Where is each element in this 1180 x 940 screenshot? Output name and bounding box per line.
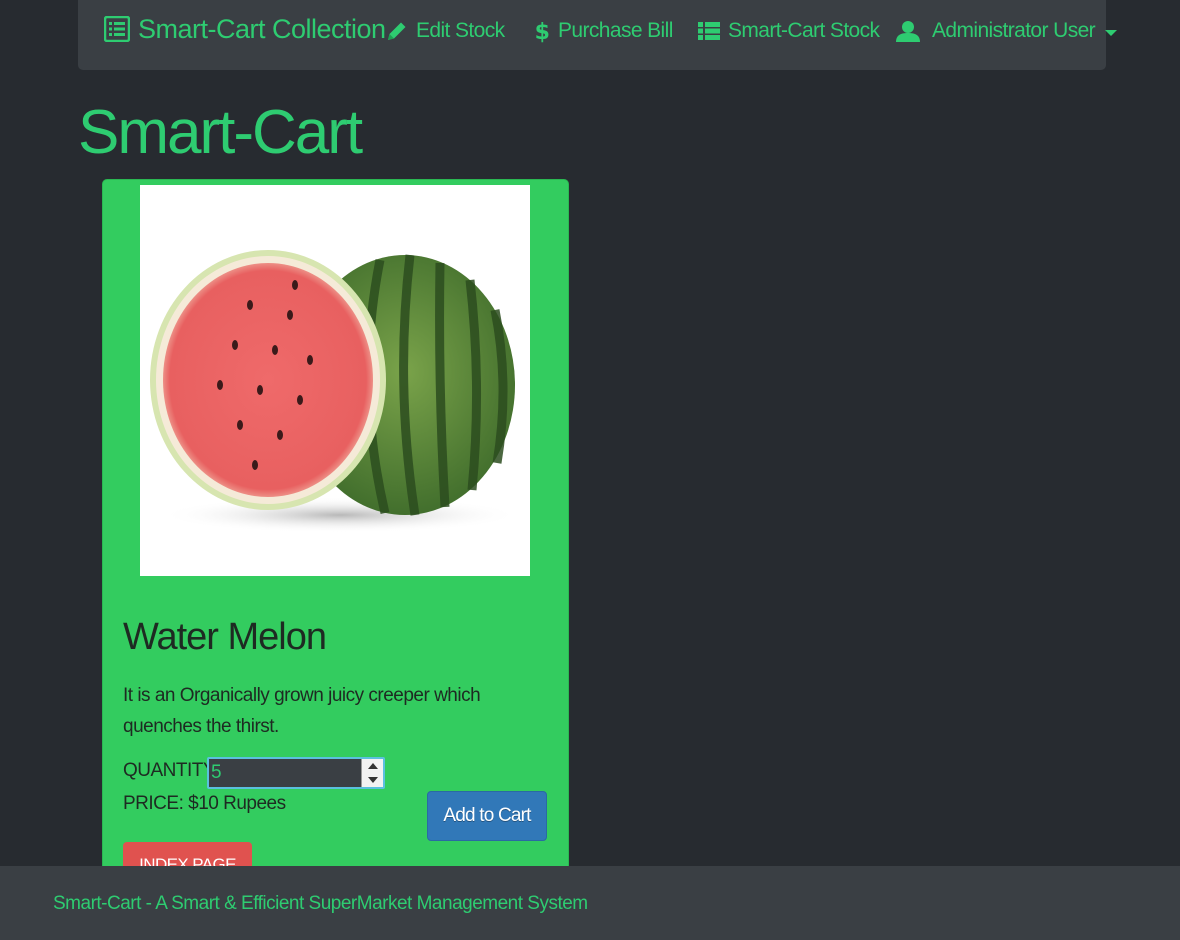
- nav-purchase-bill-label: Purchase Bill: [558, 19, 673, 42]
- product-name: Water Melon: [123, 616, 327, 658]
- product-image: [140, 185, 530, 576]
- quantity-label: QUANTITY:: [123, 760, 219, 781]
- stepper-up-icon[interactable]: [362, 759, 383, 773]
- page-title: Smart-Cart: [78, 98, 363, 167]
- quantity-stepper[interactable]: [361, 759, 383, 787]
- product-description: It is an Organically grown juicy creeper…: [123, 685, 481, 737]
- svg-text:$: $: [535, 20, 550, 43]
- nav-purchase-bill[interactable]: $ Purchase Bill: [534, 14, 674, 48]
- price-label: PRICE: $10 Rupees: [123, 793, 286, 814]
- caret-down-icon: [1105, 30, 1118, 36]
- nav-edit-stock[interactable]: Edit Stock: [386, 14, 505, 48]
- nav-stock-label: Smart-Cart Stock: [728, 19, 880, 42]
- nav-brand[interactable]: Smart-Cart Collection: [104, 12, 386, 46]
- nav-user-dropdown[interactable]: Administrator User: [896, 14, 1118, 48]
- footer: Smart-Cart - A Smart & Efficient SuperMa…: [0, 866, 1180, 940]
- dollar-icon: $: [534, 19, 550, 43]
- add-to-cart-button[interactable]: Add to Cart: [427, 791, 547, 841]
- top-navbar: Smart-Cart Collection Edit Stock $ Purch…: [78, 0, 1118, 70]
- watermelon-image: [150, 250, 520, 533]
- nav-edit-stock-label: Edit Stock: [416, 19, 505, 42]
- stepper-down-icon[interactable]: [362, 773, 383, 787]
- nav-stock[interactable]: Smart-Cart Stock: [698, 14, 880, 48]
- list-icon: [104, 16, 130, 42]
- footer-text: Smart-Cart - A Smart & Efficient SuperMa…: [53, 893, 588, 914]
- quantity-input[interactable]: [207, 757, 385, 789]
- nav-user-label: Administrator User: [932, 19, 1096, 42]
- nav-brand-label: Smart-Cart Collection: [138, 13, 386, 44]
- pencil-icon: [386, 20, 408, 42]
- th-list-icon: [698, 21, 720, 41]
- user-icon: [896, 20, 920, 42]
- product-card: Water Melon It is an Organically grown j…: [102, 179, 569, 887]
